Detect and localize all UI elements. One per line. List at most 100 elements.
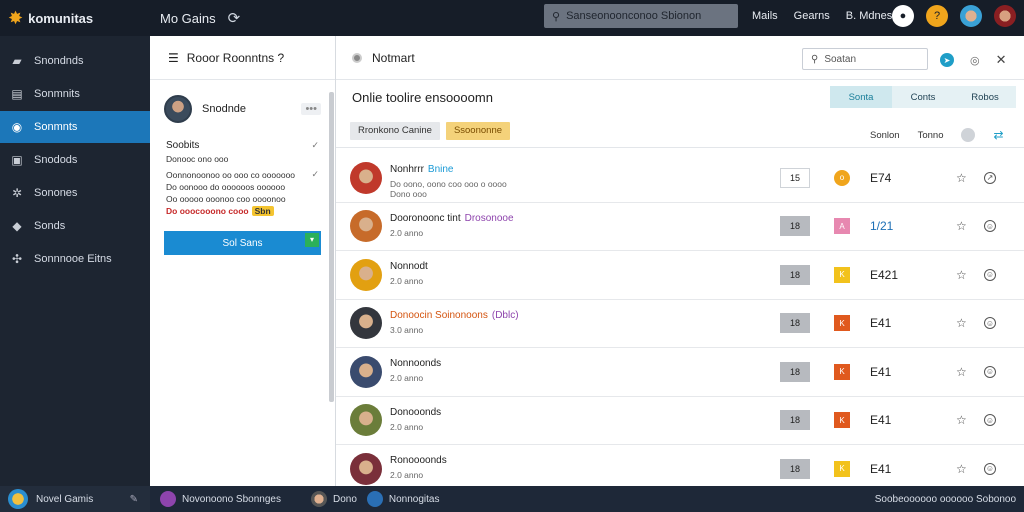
star-icon[interactable]: ☆ [956, 316, 967, 330]
star-icon[interactable]: ☆ [956, 365, 967, 379]
alert-text: Do ooocooono cooo [166, 206, 249, 216]
avatar[interactable] [164, 95, 192, 123]
table-row[interactable]: Donoocin Soinonoons (Dblc) 3.0 anno 18 K E41 ☆… [336, 300, 1024, 348]
game-title[interactable]: Donooonds [390, 407, 441, 418]
game-tag: Bnine [427, 164, 454, 175]
game-title[interactable]: Dooronoonc tint Drosonooe [390, 213, 514, 224]
bottom-item-0[interactable]: Novonoono Sbonnges [160, 491, 281, 507]
filter-pill[interactable]: Rronkono Canine [350, 121, 440, 140]
chevron-down-icon[interactable]: ✓ [311, 140, 319, 151]
sort-label-1[interactable]: Tonno [918, 130, 944, 141]
rank-badge: K [834, 315, 850, 332]
profile-avatar[interactable] [960, 5, 982, 27]
game-avatar[interactable] [350, 161, 382, 194]
coin-icon[interactable]: ? [926, 5, 948, 27]
sidebar-item-2[interactable]: ◉ Sonmnts [0, 111, 150, 143]
share-icon[interactable]: ↗ [984, 171, 996, 184]
section-header[interactable]: Soobits ✓ [166, 140, 319, 151]
top-link-mails[interactable]: Mails [752, 10, 778, 22]
game-title[interactable]: Nonnodt [390, 261, 428, 272]
star-icon[interactable]: ☆ [956, 171, 967, 185]
sidebar-item-label: Snodods [34, 154, 78, 166]
sidebar-item-1[interactable]: ▤ Sonmnits [0, 78, 150, 110]
table-row[interactable]: Nonnoonds 2.0 anno 18 K E41 ☆ ☺ [336, 348, 1024, 397]
sidebar-item-5[interactable]: ◆ Sonds [0, 210, 150, 242]
star-icon[interactable]: ☆ [956, 268, 967, 282]
chat-icon: ◉ [11, 120, 23, 134]
bottom-item-1[interactable]: Dono [310, 491, 357, 507]
bottom-item-label: Dono [332, 493, 357, 505]
filter-pill-active[interactable]: Ssoononne [445, 121, 511, 140]
pin-icon[interactable]: ✎ [130, 494, 138, 505]
notification-icon[interactable]: ● [892, 5, 914, 27]
star-icon[interactable]: ☆ [956, 462, 967, 476]
emoji-icon[interactable]: ☺ [984, 317, 996, 330]
bottom-left[interactable]: Novel Gamis ✎ [0, 486, 150, 512]
sidebar-item-label: Sonmnits [34, 88, 80, 100]
secondary-avatar[interactable] [994, 5, 1016, 27]
settings-icon[interactable]: ◎ [970, 54, 980, 67]
user-card: Snodnde ••• [150, 86, 335, 132]
primary-action-button[interactable]: Sol Sans ▾ [164, 231, 321, 255]
game-title[interactable]: Nonnoonds [390, 358, 441, 369]
sidebar-item-6[interactable]: ✣ Sonnnooe Eitns [0, 243, 150, 275]
game-avatar[interactable] [350, 404, 382, 437]
tab-2[interactable]: Robos [954, 86, 1016, 108]
game-title[interactable]: Ronoooonds [390, 455, 447, 466]
app-title: Mo Gains [160, 10, 216, 26]
sync-icon[interactable]: ⇄ [993, 128, 1003, 142]
sidebar-item-0[interactable]: ▰ Snondnds [0, 45, 150, 77]
game-subtitle: 2.0 anno [390, 228, 423, 238]
game-avatar[interactable] [350, 210, 382, 243]
game-sub: 2.0 anno [390, 227, 424, 238]
desc-line: Oonnonoonoo oo ooo co ooooooo [166, 170, 296, 180]
search-icon: ⚲ [552, 10, 561, 23]
global-search-input[interactable]: ⚲ Sanseonoonconoo Sbionon [544, 4, 738, 28]
game-avatar[interactable] [350, 355, 382, 388]
game-avatar[interactable] [350, 258, 382, 291]
sort-label-0[interactable]: Sonlon [870, 130, 900, 141]
bottom-item-2[interactable]: Nonnogitas [366, 491, 439, 507]
chevron-down-icon[interactable]: ✓ [311, 169, 319, 217]
emoji-icon[interactable]: ☺ [984, 365, 996, 378]
table-row[interactable]: Nonhrrr Bnine Do oono, oono coo ooo o oooo… [336, 154, 1024, 203]
close-icon[interactable]: ✕ [996, 52, 1007, 68]
tab-0[interactable]: Sonta [830, 86, 892, 108]
scrollbar[interactable] [329, 92, 334, 402]
table-row[interactable]: Nonnodt 2.0 anno 18 K E421 ☆ ☺ [336, 251, 1024, 300]
emoji-icon[interactable]: ☺ [984, 414, 996, 427]
main-search-input[interactable]: ⚲ Soatan [802, 48, 928, 70]
sidebar-item-4[interactable]: ✲ Sonones [0, 177, 150, 209]
refresh-icon[interactable]: ⟳ [228, 9, 241, 27]
emoji-icon[interactable]: ☺ [984, 268, 996, 281]
toggle-icon[interactable] [961, 128, 976, 142]
top-link-modes[interactable]: B. Mdnes [846, 10, 892, 22]
send-icon[interactable]: ➤ [940, 53, 954, 67]
go-icon: ▾ [305, 233, 319, 247]
tab-1[interactable]: Conts [892, 86, 954, 108]
folder-icon: ▰ [12, 54, 22, 68]
star-icon[interactable]: ☆ [956, 413, 967, 427]
bottom-right-label: Soobeoooooo oooooo Sobonoo [874, 494, 1016, 505]
table-row[interactable]: Donooonds 2.0 anno 18 K E41 ☆ ☺ [336, 397, 1024, 445]
table-row[interactable]: Dooronoonc tint Drosonooe 2.0 anno 18 A 1/21 ☆… [336, 203, 1024, 251]
alert-line: Do ooocooono cooo Sbn [166, 205, 295, 217]
top-icons: ● ? [892, 5, 1016, 27]
game-title[interactable]: Nonhrrr Bnine [390, 164, 453, 175]
brand[interactable]: ✸ komunitas [0, 9, 150, 27]
status-icon [352, 52, 362, 63]
game-avatar[interactable] [350, 452, 382, 485]
menu-icon[interactable]: ☰ [168, 51, 179, 65]
top-link-games[interactable]: Gearns [794, 10, 830, 22]
game-title[interactable]: Donoocin Soinonoons (Dblc) [390, 310, 519, 321]
emoji-icon[interactable]: ☺ [984, 462, 996, 475]
game-subtitle: 3.0 anno [390, 325, 423, 335]
sidebar-item-label: Sonnnooe Eitns [34, 253, 112, 265]
star-icon[interactable]: ☆ [956, 219, 967, 233]
game-sub: 2.0 anno [390, 470, 424, 480]
game-avatar[interactable] [350, 307, 382, 340]
more-icon[interactable]: ••• [301, 103, 321, 115]
sidebar-item-3[interactable]: ▣ Snodods [0, 144, 150, 176]
emoji-icon[interactable]: ☺ [984, 220, 996, 233]
brand-star-icon: ✸ [8, 8, 24, 28]
